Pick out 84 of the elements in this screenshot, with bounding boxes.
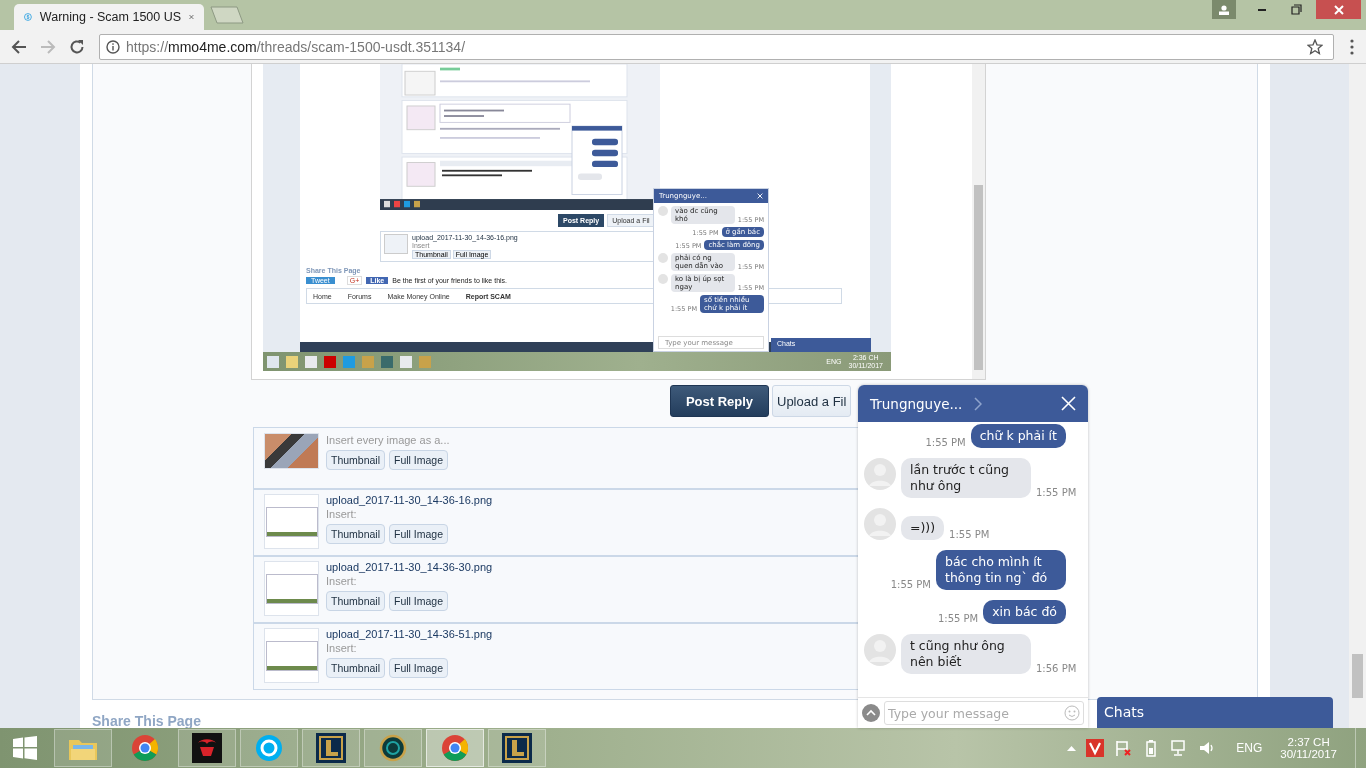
- framed-emblem-icon[interactable]: [488, 729, 546, 767]
- insert-option-button[interactable]: Thumbnail: [326, 591, 386, 611]
- dragon-emblem-icon[interactable]: [178, 729, 236, 767]
- insert-label: Insert:: [326, 508, 357, 520]
- app-icon[interactable]: [381, 355, 393, 368]
- bookmark-star-icon[interactable]: [1307, 38, 1323, 55]
- insert-option-button[interactable]: Full Image: [389, 450, 449, 470]
- insert-label: Insert:: [326, 575, 357, 587]
- message-time: 1:55 PM: [925, 437, 966, 448]
- app-icon[interactable]: [305, 355, 317, 368]
- app-icon[interactable]: [267, 355, 279, 368]
- message-bubble: t cũng như ông nên biết: [901, 634, 1031, 674]
- file-name[interactable]: upload_2017-11-30_14-36-16.png: [326, 494, 493, 506]
- restore-icon: [1290, 4, 1302, 15]
- message-bubble: =))): [901, 516, 945, 540]
- smiley-icon[interactable]: [1064, 705, 1080, 721]
- message-time: 1:55 PM: [949, 529, 990, 540]
- windows-logo-icon: [12, 735, 38, 761]
- app-icon[interactable]: [400, 355, 412, 368]
- insert-option-button[interactable]: Thumbnail: [326, 450, 386, 470]
- close-icon[interactable]: [757, 193, 763, 199]
- address-bar[interactable]: https://mmo4me.com/threads/scam-1500-usdt.351134/: [99, 33, 1334, 60]
- forward-button[interactable]: [40, 38, 56, 55]
- insert-option-button[interactable]: Full Image: [389, 524, 449, 544]
- message-time: 1:55 PM: [890, 579, 931, 590]
- avatar: [658, 206, 668, 216]
- insert-option-button[interactable]: Thumbnail: [326, 658, 386, 678]
- file-name[interactable]: upload_2017-11-30_14-36-51.png: [326, 628, 493, 640]
- upload-file-button[interactable]: Upload a Fil: [772, 385, 852, 417]
- close-button[interactable]: [1316, 0, 1361, 19]
- avatar: [864, 458, 896, 490]
- chats-bar[interactable]: Chats: [1097, 697, 1333, 728]
- message-bubble: chữ k phải ít: [970, 424, 1066, 448]
- scrollbar[interactable]: [1349, 64, 1366, 728]
- chat-title[interactable]: Trungnguye...: [870, 395, 963, 412]
- minimize-icon: [1257, 8, 1267, 11]
- post-reply-button[interactable]: Post Reply: [670, 385, 769, 417]
- new-tab-button[interactable]: [210, 6, 244, 24]
- close-icon: [1333, 4, 1344, 15]
- round-emblem-icon[interactable]: [364, 729, 422, 767]
- info-icon: [106, 39, 120, 54]
- screenshot-thumbnail: [384, 234, 408, 254]
- close-icon[interactable]: [189, 12, 194, 22]
- framed-emblem-icon[interactable]: [302, 729, 360, 767]
- insert-option-button[interactable]: Full Image: [389, 658, 449, 678]
- message-bubble: xin bác đó: [983, 600, 1066, 624]
- close-icon[interactable]: [1061, 396, 1076, 411]
- expand-button[interactable]: [862, 704, 880, 722]
- caret-up-icon[interactable]: [1067, 745, 1077, 751]
- reload-button[interactable]: [69, 38, 85, 55]
- person-icon: [1218, 4, 1230, 15]
- insert-option-button[interactable]: Thumbnail: [326, 524, 386, 544]
- message-time: 1:55 PM: [937, 613, 979, 624]
- message-time: 1:56 PM: [1036, 663, 1077, 674]
- back-button[interactable]: [11, 38, 27, 55]
- flag-icon[interactable]: [1114, 739, 1133, 757]
- file-name[interactable]: upload_2017-11-30_14-36-30.png: [326, 561, 493, 573]
- message-time: 1:55 PM: [1036, 487, 1077, 498]
- app-icon[interactable]: [286, 355, 298, 368]
- screenshot-thumbnail: [264, 628, 319, 683]
- browser-tab[interactable]: Warning - Scam 1500 US: [14, 4, 204, 30]
- menu-icon[interactable]: [1350, 38, 1354, 55]
- photo-placeholder: [264, 433, 319, 469]
- chevron-right-icon[interactable]: [974, 396, 983, 411]
- message-bubble: lần trước t cũng như ông: [901, 458, 1031, 498]
- share-heading: Share This Page: [92, 713, 201, 729]
- screenshot-thumbnail: [264, 494, 319, 549]
- insert-label: Insert:: [326, 642, 357, 654]
- insert-option-button[interactable]: Full Image: [389, 591, 449, 611]
- tab-title: Warning - Scam 1500 US: [39, 10, 182, 24]
- insert-all-label: Insert every image as a...: [326, 434, 450, 446]
- url-text: https://mmo4me.com/threads/scam-1500-usdt.351134/: [126, 38, 466, 55]
- app-icon[interactable]: [324, 355, 336, 368]
- folder-icon[interactable]: [54, 729, 112, 767]
- message-bubble: bác cho mình ít thông tin ng` đó: [936, 550, 1066, 590]
- avatar: [864, 634, 896, 666]
- avatar: [658, 274, 668, 284]
- avatar: [864, 508, 896, 540]
- chrome-icon[interactable]: [426, 729, 484, 767]
- shield-icon[interactable]: [1086, 739, 1105, 757]
- avatar: [658, 253, 668, 263]
- profile-button[interactable]: [1212, 0, 1236, 19]
- scrollbar[interactable]: [972, 64, 985, 379]
- screenshot-thumbnail: [264, 561, 319, 616]
